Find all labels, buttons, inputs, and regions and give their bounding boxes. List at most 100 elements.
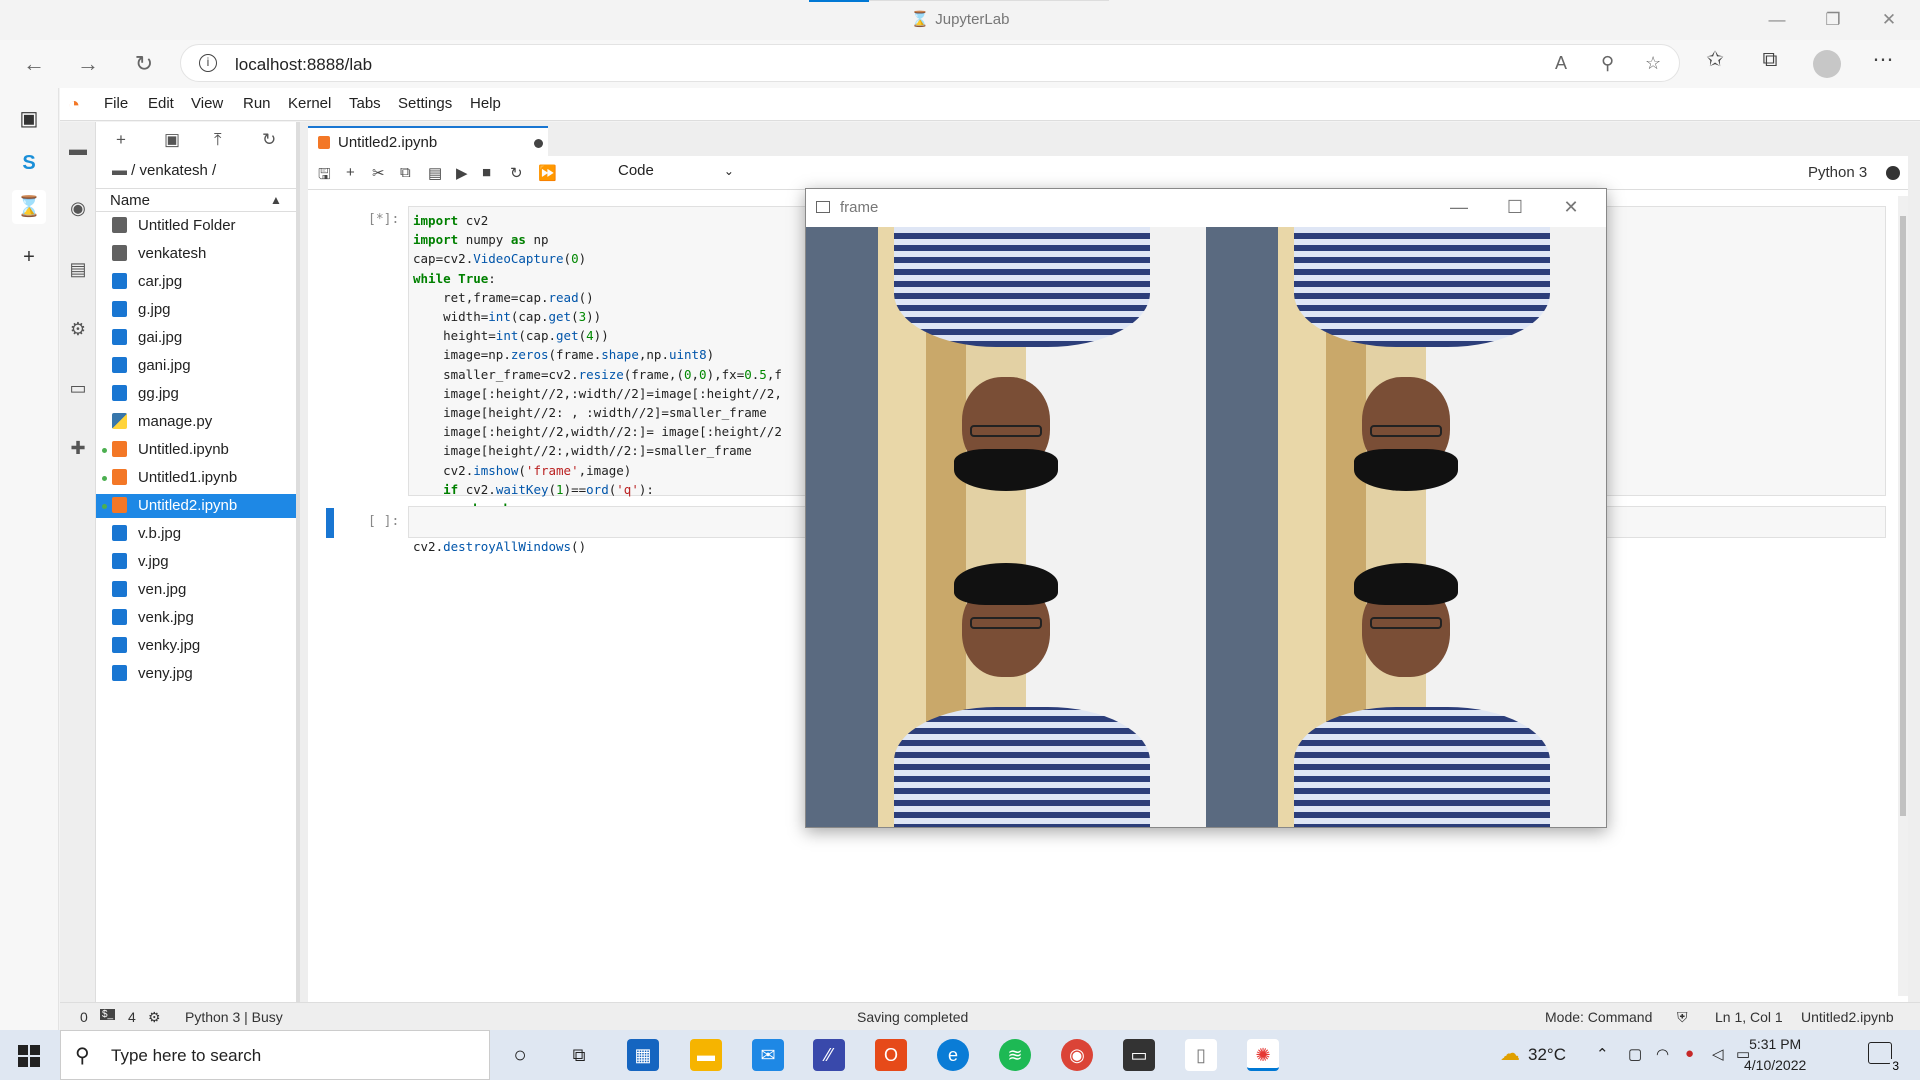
frame-titlebar[interactable]: frame — ☐ ✕ xyxy=(806,189,1606,227)
run-icon[interactable]: ▶ xyxy=(456,164,468,182)
new-folder-icon[interactable]: ▣ xyxy=(164,130,180,150)
frame-maximize-button[interactable]: ☐ xyxy=(1495,197,1535,218)
store-icon[interactable]: ▦ xyxy=(627,1039,659,1071)
menu-run[interactable]: Run xyxy=(243,95,271,112)
unsaved-indicator[interactable] xyxy=(534,139,543,148)
visual-studio-icon[interactable]: ⁄⁄ xyxy=(813,1039,845,1071)
file-row[interactable]: Untitled2.ipynb xyxy=(96,494,296,518)
file-row[interactable]: Untitled Folder xyxy=(96,214,296,238)
address-bar[interactable]: i localhost:8888/lab A ⚲ ☆ xyxy=(180,44,1680,82)
file-row[interactable]: ven.jpg xyxy=(96,578,296,602)
cut-icon[interactable]: ✂ xyxy=(372,164,385,182)
chrome-icon[interactable]: ◉ xyxy=(1061,1039,1093,1071)
run-all-icon[interactable]: ⏩ xyxy=(538,164,557,182)
file-row[interactable]: venkatesh xyxy=(96,242,296,266)
start-button[interactable] xyxy=(18,1045,40,1067)
trusted-shield-icon[interactable]: ⛨ xyxy=(1677,1009,1688,1026)
clock[interactable]: 5:31 PM 4/10/2022 xyxy=(1744,1034,1806,1076)
sort-ascending-icon[interactable]: ▲ xyxy=(270,193,282,207)
kernel-count[interactable]: 4 xyxy=(128,1009,136,1025)
wifi-icon[interactable]: ◠ xyxy=(1656,1045,1669,1063)
interrupt-icon[interactable]: ■ xyxy=(482,164,491,181)
kernel-status[interactable]: Python 3 | Busy xyxy=(185,1009,283,1025)
menu-help[interactable]: Help xyxy=(470,95,501,112)
file-row[interactable]: manage.py xyxy=(96,410,296,434)
info-icon[interactable]: i xyxy=(199,54,217,72)
minimize-button[interactable]: — xyxy=(1754,6,1800,34)
close-button[interactable]: ✕ xyxy=(1866,6,1912,34)
file-row[interactable]: car.jpg xyxy=(96,270,296,294)
office-icon[interactable]: O xyxy=(875,1039,907,1071)
file-row[interactable]: gai.jpg xyxy=(96,326,296,350)
taskbar-search[interactable]: ⚲ Type here to search xyxy=(60,1030,490,1080)
cortana-icon[interactable]: ○ xyxy=(504,1039,536,1071)
extension-icon[interactable]: ✚ xyxy=(67,437,89,459)
frame-close-button[interactable]: ✕ xyxy=(1551,197,1591,218)
terminal-icon[interactable]: $_ xyxy=(100,1009,116,1020)
file-row[interactable]: gg.jpg xyxy=(96,382,296,406)
favorites-icon[interactable]: ✩ xyxy=(1700,45,1730,75)
read-aloud-icon[interactable]: A xyxy=(1555,53,1567,74)
menu-settings[interactable]: Settings xyxy=(398,95,452,112)
file-row[interactable]: gani.jpg xyxy=(96,354,296,378)
property-inspector-icon[interactable]: ⚙ xyxy=(67,318,89,340)
zoom-icon[interactable]: ⚲ xyxy=(1601,53,1614,74)
breadcrumb[interactable]: ▬ / venkatesh / xyxy=(112,162,216,179)
scrollbar-thumb[interactable] xyxy=(1900,216,1906,816)
commands-icon[interactable]: ▤ xyxy=(67,258,89,280)
python-app-icon[interactable]: ✺ xyxy=(1247,1039,1279,1071)
volume-icon[interactable]: ◁ xyxy=(1712,1045,1724,1063)
frame-minimize-button[interactable]: — xyxy=(1439,197,1479,218)
insert-cell-icon[interactable]: + xyxy=(346,164,355,181)
kernel-name[interactable]: Python 3 xyxy=(1808,164,1867,181)
task-view-icon[interactable]: ⧉ xyxy=(563,1039,595,1071)
spotify-icon[interactable]: ≋ xyxy=(999,1039,1031,1071)
add-favorite-icon[interactable]: ☆ xyxy=(1645,53,1661,74)
copy-icon[interactable]: ⧉ xyxy=(400,164,411,181)
file-row[interactable]: veny.jpg xyxy=(96,662,296,686)
terminal-app-icon[interactable]: ▭ xyxy=(1123,1039,1155,1071)
back-button[interactable]: ← xyxy=(18,48,50,80)
forward-button[interactable]: → xyxy=(72,48,104,80)
file-row[interactable]: g.jpg xyxy=(96,298,296,322)
cell-type-select[interactable]: Code ⌄ xyxy=(618,162,734,179)
menu-edit[interactable]: Edit xyxy=(148,95,174,112)
file-row[interactable]: Untitled1.ipynb xyxy=(96,466,296,490)
refresh-files-icon[interactable]: ↻ xyxy=(262,130,276,150)
notification-center-icon[interactable]: 3 xyxy=(1868,1042,1901,1073)
more-icon[interactable]: ⋯ xyxy=(1868,45,1898,75)
upload-icon[interactable]: ⤒ xyxy=(214,130,222,150)
collections-icon[interactable]: ⧉ xyxy=(1755,45,1785,75)
frame-window[interactable]: frame — ☐ ✕ xyxy=(805,188,1607,828)
tabs-icon[interactable]: ▭ xyxy=(67,377,89,399)
menu-view[interactable]: View xyxy=(191,95,223,112)
mode-indicator[interactable]: Mode: Command xyxy=(1545,1009,1652,1025)
folder-icon[interactable]: ▬ xyxy=(67,138,89,160)
menu-file[interactable]: File xyxy=(104,95,128,112)
file-list-header[interactable]: Name ▲ xyxy=(96,188,296,212)
code-text[interactable]: import cv2 import numpy as np cap=cv2.Vide… xyxy=(413,211,782,557)
restart-icon[interactable]: ↻ xyxy=(510,164,523,182)
file-row[interactable]: Untitled.ipynb xyxy=(96,438,296,462)
paste-icon[interactable]: ▤ xyxy=(428,164,442,182)
new-launcher-icon[interactable]: + xyxy=(116,130,126,150)
tab-actions-icon[interactable]: ▣ xyxy=(12,102,46,136)
menu-kernel[interactable]: Kernel xyxy=(288,95,331,112)
url-text[interactable]: localhost:8888/lab xyxy=(235,55,372,75)
chevron-up-icon[interactable]: ⌃ xyxy=(1596,1045,1609,1063)
save-icon[interactable]: 🖫 xyxy=(318,164,331,189)
mail-icon[interactable]: ✉ xyxy=(752,1039,784,1071)
file-row[interactable]: venky.jpg xyxy=(96,634,296,658)
restore-button[interactable]: ❐ xyxy=(1810,6,1856,34)
add-tab-icon[interactable]: + xyxy=(12,240,46,274)
notepad-icon[interactable]: ▯ xyxy=(1185,1039,1217,1071)
cursor-position[interactable]: Ln 1, Col 1 xyxy=(1715,1009,1783,1025)
menu-tabs[interactable]: Tabs xyxy=(349,95,381,112)
jupyter-tab-icon[interactable]: ⌛ xyxy=(12,190,46,224)
meet-now-icon[interactable]: ▢ xyxy=(1628,1045,1642,1063)
notebook-scrollbar[interactable] xyxy=(1898,196,1908,996)
file-row[interactable]: v.b.jpg xyxy=(96,522,296,546)
running-icon[interactable]: ◉ xyxy=(67,197,89,219)
weather-icon[interactable]: ☁ xyxy=(1500,1041,1520,1066)
file-row[interactable]: venk.jpg xyxy=(96,606,296,630)
